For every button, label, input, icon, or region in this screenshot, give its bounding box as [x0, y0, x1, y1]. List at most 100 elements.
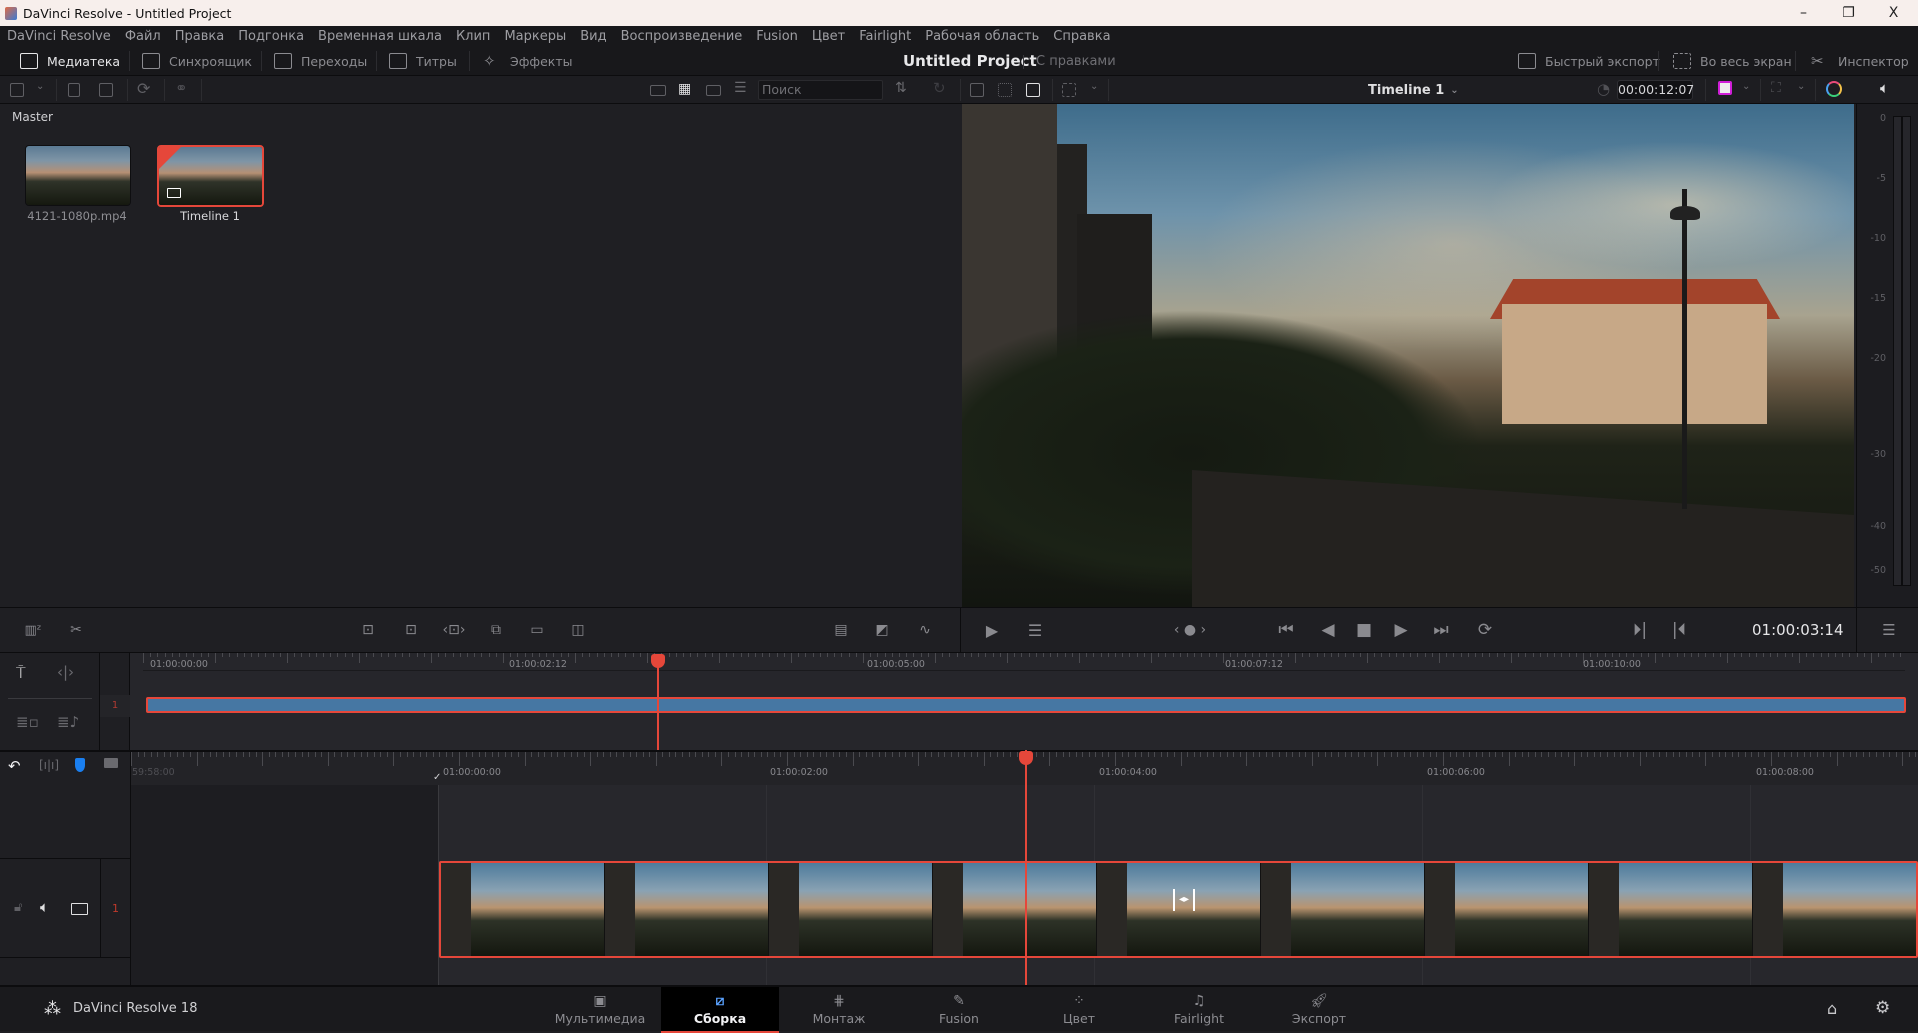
- viewer-dual-icon[interactable]: [1026, 83, 1040, 97]
- sort-icon[interactable]: ⇅: [895, 80, 907, 96]
- smart-insert-button[interactable]: ⊡: [354, 608, 382, 653]
- maximize-button[interactable]: ❐: [1826, 0, 1871, 26]
- waveform-button[interactable]: ∿: [910, 608, 940, 653]
- color-wheel-icon[interactable]: [1826, 81, 1842, 97]
- next-edit-button[interactable]: ⏵|: [1628, 608, 1652, 653]
- fullscreen-button[interactable]: Во весь экран: [1673, 46, 1792, 76]
- audio-track-icon[interactable]: ≣♪: [57, 713, 79, 731]
- home-icon[interactable]: ⌂: [1827, 999, 1837, 1018]
- search-input[interactable]: Поиск: [758, 80, 883, 100]
- thumbnail-view-icon[interactable]: ▦: [678, 81, 691, 97]
- dissolve-button[interactable]: ▤: [827, 608, 855, 653]
- page-edit[interactable]: ⋕ Монтаж: [780, 987, 898, 1033]
- refresh-icon[interactable]: ↻: [933, 79, 946, 97]
- metadata-view-icon[interactable]: [650, 85, 666, 96]
- append-button[interactable]: ⊡: [397, 608, 425, 653]
- play-button[interactable]: ▶: [1389, 608, 1413, 653]
- chevron-down-icon[interactable]: ⌄: [1090, 81, 1098, 92]
- source-overwrite-button[interactable]: ◫: [564, 608, 592, 653]
- audio-mixer-icon[interactable]: ☰: [1023, 608, 1047, 653]
- page-fusion[interactable]: ✎ Fusion: [900, 987, 1018, 1033]
- settings-gear-icon[interactable]: ⚙: [1875, 998, 1890, 1018]
- scissors-icon[interactable]: ✂: [66, 608, 86, 653]
- video-toggle-icon[interactable]: [71, 903, 88, 915]
- page-fairlight[interactable]: ♫ Fairlight: [1140, 987, 1258, 1033]
- sync-bin-button[interactable]: Синхроящик: [142, 46, 252, 76]
- page-color[interactable]: ⁘ Цвет: [1020, 987, 1138, 1033]
- ruler-tick: [800, 752, 802, 757]
- prev-edit-button[interactable]: |⏴: [1667, 608, 1691, 653]
- viewer-single-icon[interactable]: [970, 83, 984, 97]
- timeline-selector[interactable]: Timeline 1 ⌄: [1368, 76, 1459, 104]
- menu-icon[interactable]: ☰: [1877, 608, 1901, 653]
- smooth-cut-button[interactable]: ◩: [868, 608, 896, 653]
- menu-trim[interactable]: Подгонка: [231, 29, 311, 44]
- menu-playback[interactable]: Воспроизведение: [614, 29, 750, 44]
- scroll-playhead-icon[interactable]: ‹|›: [57, 663, 74, 681]
- panel-toggle-icon[interactable]: [10, 83, 24, 97]
- import-media-icon[interactable]: [68, 83, 80, 97]
- titles-button[interactable]: Титры: [389, 46, 457, 76]
- viewer-overlay-icon[interactable]: [1718, 81, 1732, 95]
- effects-button[interactable]: ✧ Эффекты: [483, 46, 573, 76]
- close-up-button[interactable]: ⧉: [482, 608, 510, 653]
- quick-export-button[interactable]: Быстрый экспорт: [1518, 46, 1660, 76]
- menu-file[interactable]: Файл: [118, 29, 168, 44]
- speaker-icon[interactable]: 🔈︎: [40, 898, 49, 916]
- timeline-thumbnail[interactable]: [157, 145, 264, 207]
- close-button[interactable]: X: [1871, 0, 1916, 26]
- chevron-down-icon[interactable]: ⌄: [1742, 81, 1750, 92]
- page-media[interactable]: ▣ Мультимедиа: [541, 987, 659, 1033]
- inspector-button[interactable]: ✂ Инспектор: [1811, 46, 1909, 76]
- minimize-button[interactable]: –: [1781, 0, 1826, 26]
- jog-wheel-control[interactable]: ‹ ● ›: [1165, 608, 1215, 653]
- relink-icon[interactable]: ⟳: [137, 79, 150, 98]
- upper-timeline[interactable]: ⍑ ‹|› ≣▫ ≣♪ 1 01:00:00:00 01:00:02:12 01…: [0, 652, 1918, 751]
- safe-area-icon[interactable]: [1062, 83, 1076, 97]
- ripple-overwrite-button[interactable]: ‹⊡›: [438, 608, 470, 653]
- transitions-button[interactable]: Переходы: [274, 46, 367, 76]
- menu-edit[interactable]: Правка: [168, 29, 231, 44]
- go-to-start-button[interactable]: ⏮: [1272, 608, 1300, 653]
- playhead-handle[interactable]: [1019, 751, 1033, 765]
- viewer[interactable]: [962, 104, 1854, 607]
- add-marker-icon[interactable]: [104, 758, 118, 768]
- viewer-source-icon[interactable]: [998, 83, 1012, 97]
- stop-button[interactable]: ■: [1352, 608, 1376, 653]
- marker-flag-icon[interactable]: [75, 758, 85, 772]
- menu-fusion[interactable]: Fusion: [749, 29, 805, 44]
- clip-thumbnail[interactable]: [25, 145, 131, 206]
- menu-clip[interactable]: Клип: [449, 29, 498, 44]
- menu-view[interactable]: Вид: [573, 29, 613, 44]
- page-deliver[interactable]: 🚀︎ Экспорт: [1260, 987, 1378, 1033]
- menu-workspace[interactable]: Рабочая область: [918, 29, 1046, 44]
- lock-icon[interactable]: 🔓︎: [14, 900, 22, 915]
- import-folder-icon[interactable]: [99, 83, 113, 97]
- menu-mark[interactable]: Маркеры: [497, 29, 573, 44]
- menu-color[interactable]: Цвет: [805, 29, 852, 44]
- media-pool-button[interactable]: Медиатека: [20, 46, 120, 76]
- list-view-icon[interactable]: ☰: [734, 80, 747, 96]
- smart-insert-icon[interactable]: ▥ᶻ: [18, 608, 48, 653]
- play-reverse-button[interactable]: ◀: [1316, 608, 1340, 653]
- source-tape-icon[interactable]: ▶: [977, 608, 1007, 653]
- video-track-icon[interactable]: ≣▫: [16, 713, 39, 731]
- chevron-down-icon[interactable]: ⌄: [36, 81, 44, 92]
- page-cut[interactable]: ⧄ Сборка: [661, 987, 779, 1033]
- snapping-icon[interactable]: ↶: [8, 757, 21, 775]
- timeline-clip-bar[interactable]: [146, 697, 1906, 713]
- lock-playhead-icon[interactable]: ⍑: [16, 663, 26, 683]
- menu-help[interactable]: Справка: [1046, 29, 1117, 44]
- menu-timeline[interactable]: Временная шкала: [311, 29, 449, 44]
- go-to-end-button[interactable]: ⏭: [1427, 608, 1455, 653]
- transform-icon[interactable]: ⛶: [1771, 80, 1781, 96]
- speaker-icon[interactable]: 🔈︎: [1880, 79, 1889, 97]
- menu-davinci[interactable]: DaVinci Resolve: [0, 29, 118, 44]
- filmstrip-view-icon[interactable]: [706, 85, 721, 96]
- audio-trim-icon[interactable]: [ı|ı]: [39, 758, 59, 772]
- menu-fairlight[interactable]: Fairlight: [852, 29, 918, 44]
- unlink-icon[interactable]: ⚭: [175, 79, 188, 97]
- loop-button[interactable]: ⟳: [1471, 608, 1499, 653]
- chevron-down-icon[interactable]: ⌄: [1797, 81, 1805, 92]
- place-on-top-button[interactable]: ▭: [523, 608, 551, 653]
